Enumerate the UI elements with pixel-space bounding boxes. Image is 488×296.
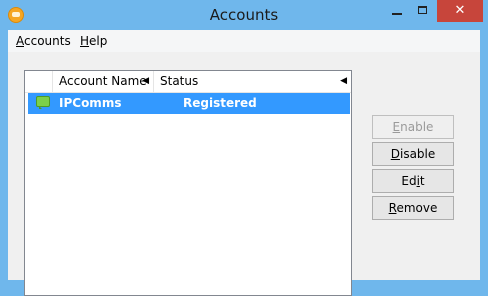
enable-button[interactable]: Enable	[372, 115, 454, 139]
minimize-icon	[392, 13, 402, 15]
accounts-window: Accounts ✕ Accounts Help Account Name ◀ …	[0, 0, 488, 296]
column-header-status-label: Status	[160, 74, 199, 88]
disable-button-label: isable	[399, 147, 436, 161]
remove-button[interactable]: Remove	[372, 196, 454, 220]
edit-button-label: t	[419, 174, 425, 188]
enable-button-mnemonic: E	[392, 120, 401, 134]
column-header-status[interactable]: Status ◀	[154, 71, 351, 92]
sort-arrow-icon: ◀	[142, 76, 149, 86]
column-header-icon[interactable]	[25, 71, 53, 92]
list-item[interactable]: IPComms Registered	[28, 93, 350, 114]
minimize-button[interactable]	[384, 0, 410, 22]
account-status-cell: Registered	[183, 96, 257, 110]
account-name-cell: IPComms	[59, 96, 122, 110]
menu-help-mnemonic: H	[80, 34, 90, 48]
edit-button[interactable]: Edit	[372, 169, 454, 193]
column-header-account-name-label: Account Name	[59, 74, 147, 88]
list-header: Account Name ◀ Status ◀	[25, 71, 351, 93]
accounts-list[interactable]: Account Name ◀ Status ◀ IPComms Register…	[24, 70, 352, 296]
menu-help-label: elp	[89, 34, 108, 48]
menu-accounts-label: ccounts	[24, 34, 71, 48]
chat-bubble-icon	[36, 96, 50, 109]
menu-accounts-mnemonic: A	[16, 34, 24, 48]
column-header-account-name[interactable]: Account Name ◀	[53, 71, 154, 92]
sort-arrow-icon: ◀	[340, 76, 347, 86]
menu-help[interactable]: Help	[80, 34, 107, 48]
close-icon: ✕	[454, 3, 466, 18]
enable-button-label: nable	[400, 120, 434, 134]
title-bar[interactable]: Accounts ✕	[0, 0, 488, 30]
disable-button-mnemonic: D	[390, 147, 400, 161]
disable-button[interactable]: Disable	[372, 142, 454, 166]
close-button[interactable]: ✕	[437, 0, 483, 22]
maximize-button[interactable]	[410, 0, 436, 22]
menu-bar: Accounts Help	[8, 30, 480, 52]
maximize-icon	[418, 6, 427, 14]
menu-accounts[interactable]: Accounts	[16, 34, 71, 48]
edit-button-prefix: Ed	[401, 174, 417, 188]
remove-button-label: emove	[396, 201, 438, 215]
client-area: Accounts Help Account Name ◀ Status ◀ IP…	[8, 30, 480, 296]
